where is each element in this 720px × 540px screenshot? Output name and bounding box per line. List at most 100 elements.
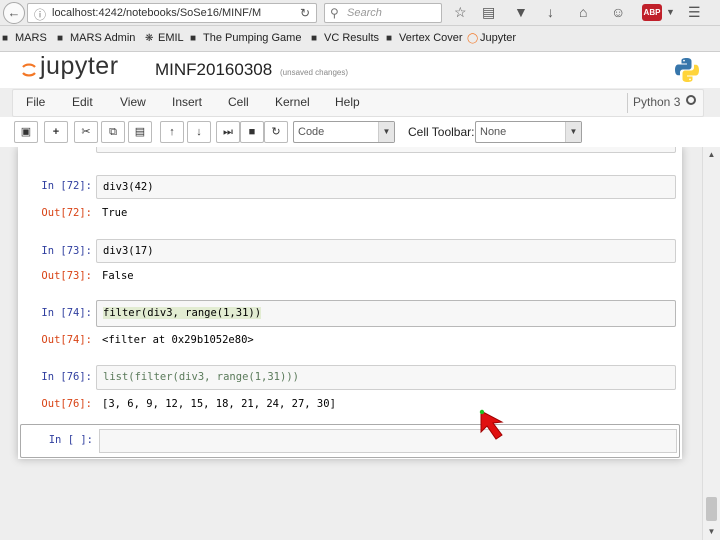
code-cell-input[interactable]: filter(div3, range(1,31)) (96, 300, 676, 327)
cell-type-select[interactable]: Code ▼ (293, 121, 395, 143)
menu-bar: File Edit View Insert Cell Kernel Help P… (12, 89, 704, 117)
menu-view[interactable]: View (120, 95, 146, 109)
url-bar[interactable]: ⓘ localhost:4242/notebooks/SoSe16/MINF/M… (27, 3, 317, 23)
move-down-icon[interactable]: ↓ (187, 121, 211, 143)
menu-edit[interactable]: Edit (72, 95, 93, 109)
home-icon[interactable]: ⌂ (579, 4, 587, 20)
cell-toolbar-label: Cell Toolbar: (408, 125, 475, 139)
search-bar[interactable]: ⚲ Search (324, 3, 442, 23)
menu-kernel[interactable]: Kernel (275, 95, 310, 109)
screen: ← ⓘ localhost:4242/notebooks/SoSe16/MINF… (0, 0, 720, 540)
copy-icon[interactable]: ⧉ (101, 121, 125, 143)
bookmark-label: EMIL (158, 32, 184, 44)
save-icon[interactable]: ▣ (14, 121, 38, 143)
cell-type-value: Code (298, 126, 325, 138)
chevron-down-icon: ▼ (565, 122, 581, 142)
input-prompt: In [72]: (41, 180, 92, 192)
url-text: localhost:4242/notebooks/SoSe16/MINF/M (52, 7, 262, 19)
output-prompt: Out[73]: (41, 270, 92, 282)
menu-insert[interactable]: Insert (172, 95, 202, 109)
cell-output: [3, 6, 9, 12, 15, 18, 21, 24, 27, 30] (102, 398, 336, 410)
save-status: (unsaved changes) (280, 68, 349, 77)
input-prompt: In [74]: (41, 307, 92, 319)
menu-divider (627, 93, 628, 113)
emoji-icon[interactable]: ☺ (611, 4, 625, 20)
notebook-area: return x % 3 == 0 In [72]: div3(42) Out[… (0, 147, 702, 540)
bookmark-emil[interactable]: ❋ EMIL (145, 32, 184, 44)
reload-icon[interactable]: ↻ (300, 6, 310, 20)
hamburger-menu-icon[interactable]: ☰ (688, 4, 701, 21)
code-keyword: return (131, 147, 169, 150)
code-cell-input[interactable]: div3(17) (96, 239, 676, 263)
code-cell-input[interactable]: list(filter(div3, range(1,31))) (96, 365, 676, 390)
search-icon: ⚲ (330, 6, 339, 20)
python-logo-icon (675, 58, 699, 82)
code-cell-input[interactable] (99, 429, 677, 453)
code-number: 3 (201, 147, 207, 150)
download-icon[interactable]: ↓ (547, 4, 554, 20)
code-number: 0 (232, 147, 238, 150)
kernel-name: Python 3 (633, 95, 681, 109)
kernel-idle-icon (686, 95, 696, 105)
bookmark-vc-results[interactable]: ■ VC Results (311, 32, 379, 44)
code-cell-input[interactable]: return x % 3 == 0 (96, 147, 676, 153)
move-up-icon[interactable]: ↑ (160, 121, 184, 143)
cell-toolbar-value: None (480, 126, 507, 138)
bookmark-vertex-cover[interactable]: ■ Vertex Cover (386, 32, 463, 44)
folder-icon: ■ (2, 33, 9, 44)
reading-list-icon[interactable]: ▤ (482, 4, 495, 21)
bookmark-pumping-game[interactable]: ■ The Pumping Game (190, 32, 301, 44)
adblock-icon[interactable]: ABP (642, 4, 662, 21)
output-prompt: Out[72]: (41, 207, 92, 219)
cell-toolbar-select[interactable]: None ▼ (475, 121, 582, 143)
code-text: list(filter(div3, range(1,31))) (103, 371, 299, 383)
bookmark-mars-admin[interactable]: ■ MARS Admin (57, 32, 135, 44)
cut-icon[interactable]: ✂ (74, 121, 98, 143)
insert-cell-icon[interactable]: + (44, 121, 68, 143)
jupyter-icon: ◯ (467, 33, 479, 44)
bookmark-label: The Pumping Game (203, 32, 302, 44)
jupyter-logo-icon[interactable] (20, 61, 38, 79)
bookmark-label: Vertex Cover (399, 32, 463, 44)
scrollbar-thumb[interactable] (706, 497, 717, 521)
cell-output: True (102, 207, 128, 219)
bookmark-mars[interactable]: ■ MARS (2, 32, 47, 44)
notebook-toolbar: ▣ + ✂ ⧉ ▤ ↑ ↓ ⏭ ■ ↻ Code ▼ Cell Toolbar:… (0, 117, 720, 147)
emil-icon: ❋ (145, 33, 154, 44)
bookmark-star-icon[interactable]: ☆ (454, 4, 467, 21)
scroll-up-icon[interactable]: ▲ (703, 147, 720, 163)
jupyter-logo-text[interactable]: jupyter (40, 52, 119, 81)
folder-icon: ■ (311, 33, 318, 44)
stop-icon[interactable]: ■ (240, 121, 264, 143)
bookmarks-bar: ■ MARS ■ MARS Admin ❋ EMIL ■ The Pumping Gam… (0, 26, 720, 52)
bookmark-jupyter[interactable]: ◯ Jupyter (467, 32, 516, 44)
menu-cell[interactable]: Cell (228, 95, 249, 109)
code-text: div3(17) (103, 245, 154, 257)
vertical-scrollbar[interactable]: ▲ ▼ (702, 147, 720, 540)
output-prompt: Out[76]: (41, 398, 92, 410)
folder-icon: ■ (190, 33, 197, 44)
selected-empty-cell[interactable]: In [ ]: (20, 424, 680, 458)
browser-toolbar: ← ⓘ localhost:4242/notebooks/SoSe16/MINF… (0, 0, 720, 26)
info-icon[interactable]: ⓘ (34, 6, 46, 23)
bookmark-label: MARS Admin (70, 32, 136, 44)
menu-file[interactable]: File (26, 95, 45, 109)
mouse-cursor-icon (479, 409, 504, 440)
search-placeholder: Search (347, 7, 382, 19)
menu-help[interactable]: Help (335, 95, 360, 109)
dropdown-arrow-icon[interactable]: ▼ (666, 7, 675, 17)
code-text: div3(42) (103, 181, 154, 193)
input-prompt: In [ ]: (48, 434, 93, 446)
bookmark-label: VC Results (324, 32, 380, 44)
paste-icon[interactable]: ▤ (128, 121, 152, 143)
back-button[interactable]: ← (3, 2, 25, 24)
pocket-icon[interactable]: ▼ (514, 4, 528, 20)
run-icon[interactable]: ⏭ (216, 121, 240, 143)
scroll-down-icon[interactable]: ▼ (703, 524, 720, 540)
code-cell-input[interactable]: div3(42) (96, 175, 676, 199)
restart-icon[interactable]: ↻ (264, 121, 288, 143)
bookmark-label: MARS (15, 32, 47, 44)
notebook-name[interactable]: MINF20160308 (155, 60, 272, 80)
folder-icon: ■ (57, 33, 64, 44)
cell-output: <filter at 0x29b1052e80> (102, 334, 254, 346)
